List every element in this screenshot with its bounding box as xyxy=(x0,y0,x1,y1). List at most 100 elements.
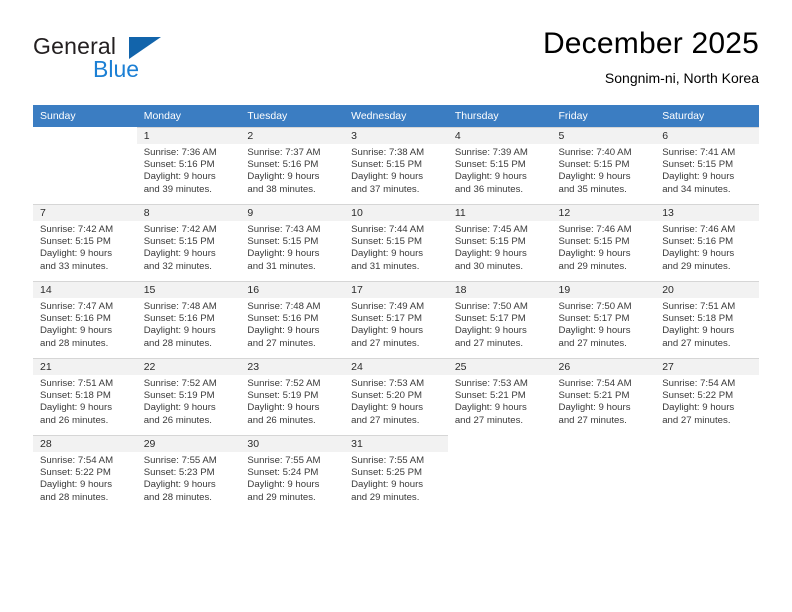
day-cell[interactable]: 10 Sunrise: 7:44 AM Sunset: 5:15 PM Dayligh… xyxy=(344,204,448,280)
day-number: 28 xyxy=(33,436,137,452)
sunrise-text: Sunrise: 7:38 AM xyxy=(351,147,425,158)
day-details: Sunrise: 7:54 AM Sunset: 5:22 PM Daylight:… xyxy=(655,375,759,427)
daylight-text-line1: Daylight: 9 hours xyxy=(454,402,527,414)
day-number: 8 xyxy=(136,205,241,221)
day-cell[interactable]: 8 Sunrise: 7:42 AM Sunset: 5:15 PM Daylight… xyxy=(136,204,241,280)
sunrise-text: Sunrise: 7:39 AM xyxy=(454,147,528,158)
day-cell[interactable]: 20 Sunrise: 7:51 AM Sunset: 5:18 PM Dayligh… xyxy=(655,281,759,357)
daylight-text-line2: and 31 minutes. xyxy=(351,260,420,272)
day-details: Sunrise: 7:42 AM Sunset: 5:15 PM Daylight:… xyxy=(137,221,241,273)
calendar-week-row: 7 Sunrise: 7:42 AM Sunset: 5:15 PM Daylight… xyxy=(33,203,759,281)
daylight-text-line1: Daylight: 9 hours xyxy=(143,248,216,260)
day-number: 10 xyxy=(344,205,448,221)
day-cell[interactable]: 11 Sunrise: 7:45 AM Sunset: 5:15 PM Dayligh… xyxy=(447,204,552,280)
daylight-text-line2: and 27 minutes. xyxy=(558,414,627,426)
day-details: Sunrise: 7:50 AM Sunset: 5:17 PM Daylight:… xyxy=(552,298,656,350)
daylight-text-line2: and 38 minutes. xyxy=(247,183,316,195)
day-cell[interactable]: 4 Sunrise: 7:39 AM Sunset: 5:15 PM Daylight… xyxy=(447,127,552,203)
day-cell[interactable]: 9 Sunrise: 7:43 AM Sunset: 5:15 PM Daylight… xyxy=(240,204,345,280)
calendar-week-row: 21 Sunrise: 7:51 AM Sunset: 5:18 PM Dayligh… xyxy=(33,357,759,435)
sunrise-text: Sunrise: 7:50 AM xyxy=(558,301,632,312)
sunset-text: Sunset: 5:15 PM xyxy=(351,159,423,171)
sunrise-text: Sunrise: 7:36 AM xyxy=(143,147,217,158)
sunrise-text: Sunrise: 7:48 AM xyxy=(247,301,321,312)
day-cell[interactable]: 17 Sunrise: 7:49 AM Sunset: 5:17 PM Dayligh… xyxy=(344,281,448,357)
sunrise-text: Sunrise: 7:51 AM xyxy=(662,301,736,312)
day-cell[interactable]: 13 Sunrise: 7:46 AM Sunset: 5:16 PM Dayligh… xyxy=(655,204,759,280)
page-subtitle: Songnim-ni, North Korea xyxy=(604,70,759,86)
calendar-week-row: 14 Sunrise: 7:47 AM Sunset: 5:16 PM Dayligh… xyxy=(33,280,759,358)
day-number: 22 xyxy=(136,359,241,375)
daylight-text-line1: Daylight: 9 hours xyxy=(454,248,527,260)
empty-day-cell xyxy=(655,435,759,511)
calendar-table: Sunday Monday Tuesday Wednesday Thursday Frid… xyxy=(33,105,759,512)
day-cell[interactable]: 24 Sunrise: 7:53 AM Sunset: 5:20 PM Dayligh… xyxy=(344,358,448,434)
daylight-text-line2: and 39 minutes. xyxy=(143,183,212,195)
day-number xyxy=(655,435,759,451)
sunset-text: Sunset: 5:21 PM xyxy=(454,390,526,402)
day-cell[interactable]: 27 Sunrise: 7:54 AM Sunset: 5:22 PM Dayligh… xyxy=(655,358,759,434)
day-cell[interactable]: 25 Sunrise: 7:53 AM Sunset: 5:21 PM Dayligh… xyxy=(447,358,552,434)
day-cell[interactable]: 21 Sunrise: 7:51 AM Sunset: 5:18 PM Dayligh… xyxy=(33,358,137,434)
calendar-header-row: Sunday Monday Tuesday Wednesday Thursday Frid… xyxy=(33,105,759,127)
day-cell[interactable]: 15 Sunrise: 7:48 AM Sunset: 5:16 PM Dayligh… xyxy=(136,281,241,357)
day-cell[interactable]: 28 Sunrise: 7:54 AM Sunset: 5:22 PM Dayligh… xyxy=(33,435,137,511)
daylight-text-line1: Daylight: 9 hours xyxy=(40,325,112,337)
day-cell[interactable]: 7 Sunrise: 7:42 AM Sunset: 5:15 PM Daylight… xyxy=(33,204,137,280)
sunset-text: Sunset: 5:15 PM xyxy=(558,236,630,248)
brand-name-general: General xyxy=(33,33,161,59)
sunrise-text: Sunrise: 7:49 AM xyxy=(351,301,425,312)
day-number: 6 xyxy=(655,128,759,144)
sunrise-text: Sunrise: 7:52 AM xyxy=(143,378,217,389)
day-cell[interactable]: 29 Sunrise: 7:55 AM Sunset: 5:23 PM Dayligh… xyxy=(136,435,241,511)
daylight-text-line2: and 29 minutes. xyxy=(662,260,731,272)
daylight-text-line2: and 36 minutes. xyxy=(454,183,524,195)
sunset-text: Sunset: 5:23 PM xyxy=(143,467,215,479)
daylight-text-line2: and 30 minutes. xyxy=(454,260,524,272)
day-cell[interactable]: 16 Sunrise: 7:48 AM Sunset: 5:16 PM Dayligh… xyxy=(240,281,345,357)
day-cell[interactable]: 5 Sunrise: 7:40 AM Sunset: 5:15 PM Daylight… xyxy=(551,127,656,203)
day-cell[interactable]: 12 Sunrise: 7:46 AM Sunset: 5:15 PM Dayligh… xyxy=(551,204,656,280)
sunrise-text: Sunrise: 7:54 AM xyxy=(662,378,736,389)
day-cell[interactable]: 1 Sunrise: 7:36 AM Sunset: 5:16 PM Daylight… xyxy=(136,127,241,203)
daylight-text-line2: and 27 minutes. xyxy=(662,414,731,426)
empty-day-cell xyxy=(448,435,552,511)
day-cell[interactable]: 22 Sunrise: 7:52 AM Sunset: 5:19 PM Dayligh… xyxy=(136,358,241,434)
sunrise-text: Sunrise: 7:43 AM xyxy=(247,224,321,235)
daylight-text-line1: Daylight: 9 hours xyxy=(662,171,735,183)
brand-text-general: General xyxy=(33,33,117,59)
day-details: Sunrise: 7:46 AM Sunset: 5:16 PM Daylight:… xyxy=(655,221,759,273)
daylight-text-line2: and 28 minutes. xyxy=(40,491,109,503)
daylight-text-line1: Daylight: 9 hours xyxy=(351,325,424,337)
daylight-text-line1: Daylight: 9 hours xyxy=(40,402,112,414)
day-cell[interactable]: 2 Sunrise: 7:37 AM Sunset: 5:16 PM Daylight… xyxy=(240,127,345,203)
sunset-text: Sunset: 5:16 PM xyxy=(247,159,319,171)
day-details: Sunrise: 7:38 AM Sunset: 5:15 PM Daylight:… xyxy=(344,144,448,196)
daylight-text-line2: and 29 minutes. xyxy=(558,260,627,272)
day-cell[interactable]: 6 Sunrise: 7:41 AM Sunset: 5:15 PM Daylight… xyxy=(655,127,759,203)
sunrise-text: Sunrise: 7:46 AM xyxy=(662,224,736,235)
daylight-text-line2: and 31 minutes. xyxy=(247,260,316,272)
sunset-text: Sunset: 5:15 PM xyxy=(454,236,526,248)
day-cell[interactable]: 23 Sunrise: 7:52 AM Sunset: 5:19 PM Dayligh… xyxy=(240,358,345,434)
day-details: Sunrise: 7:55 AM Sunset: 5:24 PM Daylight:… xyxy=(240,452,344,504)
day-cell[interactable]: 14 Sunrise: 7:47 AM Sunset: 5:16 PM Dayligh… xyxy=(33,281,137,357)
sunset-text: Sunset: 5:16 PM xyxy=(143,313,215,325)
brand-logo[interactable]: General Blue xyxy=(33,34,233,86)
sunrise-text: Sunrise: 7:52 AM xyxy=(247,378,321,389)
day-cell[interactable]: 26 Sunrise: 7:54 AM Sunset: 5:21 PM Dayligh… xyxy=(551,358,656,434)
daylight-text-line1: Daylight: 9 hours xyxy=(558,402,631,414)
daylight-text-line2: and 26 minutes. xyxy=(143,414,212,426)
day-cell[interactable]: 3 Sunrise: 7:38 AM Sunset: 5:15 PM Daylight… xyxy=(344,127,448,203)
day-cell[interactable]: 18 Sunrise: 7:50 AM Sunset: 5:17 PM Dayligh… xyxy=(447,281,552,357)
daylight-text-line2: and 27 minutes. xyxy=(351,337,420,349)
day-number: 31 xyxy=(344,436,448,452)
day-number: 12 xyxy=(551,205,656,221)
day-cell[interactable]: 19 Sunrise: 7:50 AM Sunset: 5:17 PM Dayligh… xyxy=(551,281,656,357)
daylight-text-line1: Daylight: 9 hours xyxy=(143,171,216,183)
sunrise-text: Sunrise: 7:54 AM xyxy=(558,378,632,389)
daylight-text-line2: and 35 minutes. xyxy=(558,183,627,195)
day-cell[interactable]: 31 Sunrise: 7:55 AM Sunset: 5:25 PM Dayligh… xyxy=(344,435,448,511)
daylight-text-line2: and 29 minutes. xyxy=(247,491,316,503)
day-cell[interactable]: 30 Sunrise: 7:55 AM Sunset: 5:24 PM Dayligh… xyxy=(240,435,345,511)
